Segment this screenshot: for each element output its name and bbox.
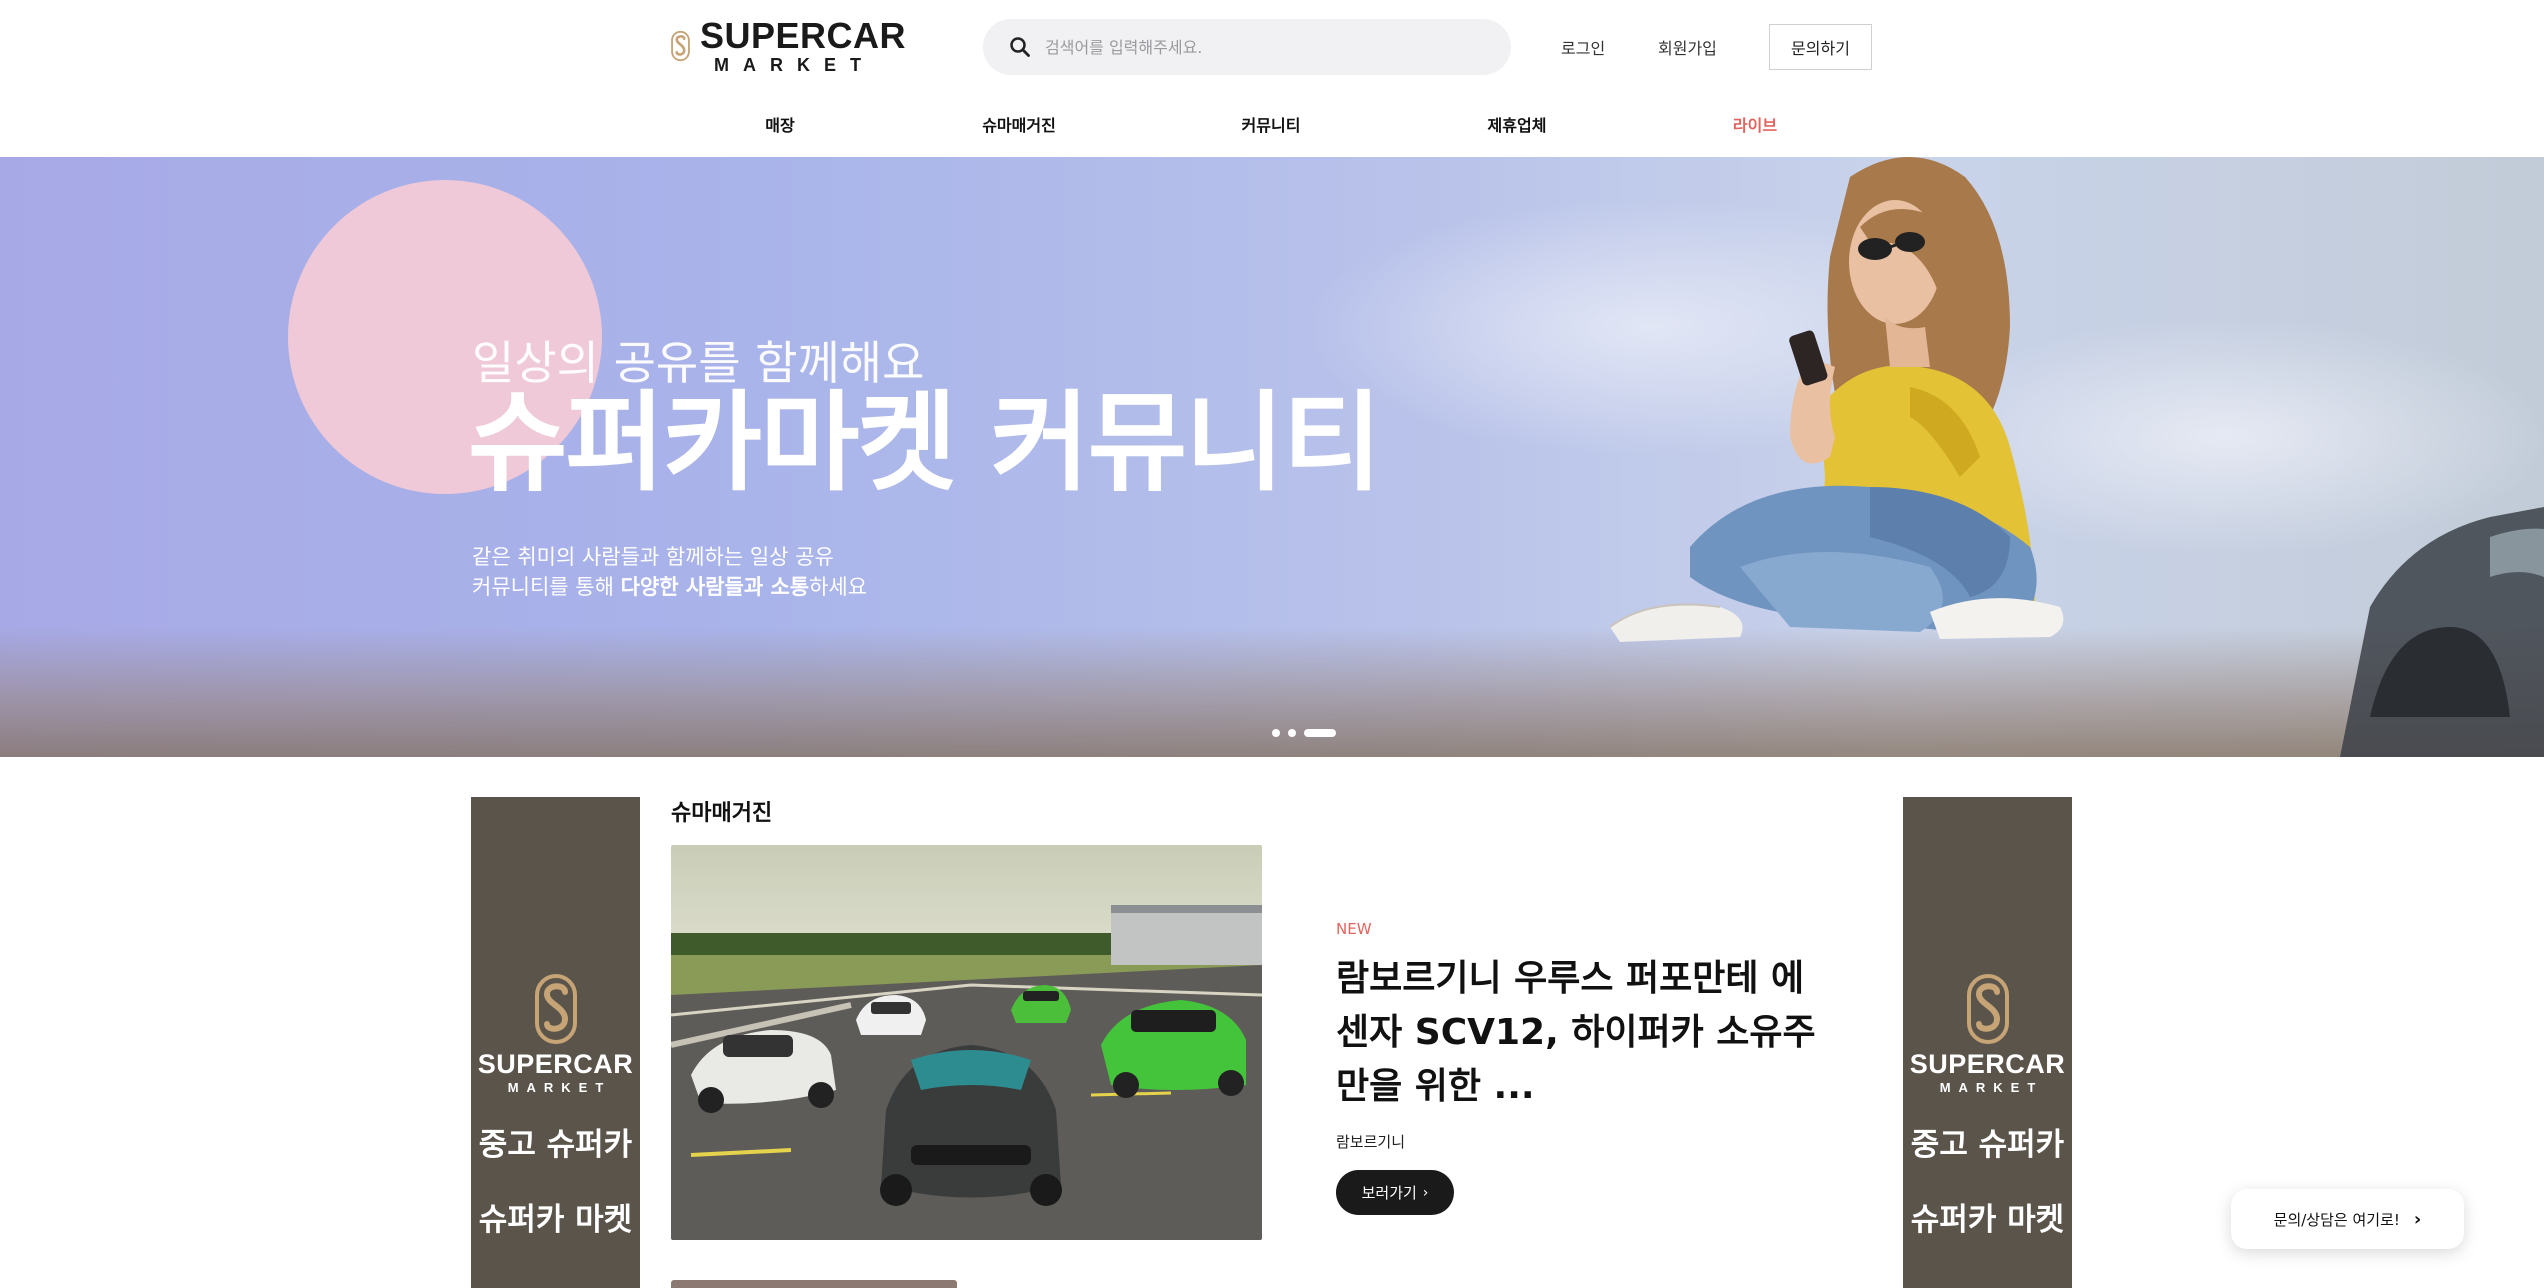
- hero-dot[interactable]: [1288, 729, 1296, 737]
- side-logo-bottom: MARKET: [1939, 1080, 2044, 1095]
- floating-inquiry-button[interactable]: 문의/상담은 여기로! ›: [2231, 1189, 2464, 1249]
- magazine-photo-cars-on-track: [671, 845, 1262, 1240]
- supercar-logo-mark-icon: [534, 974, 577, 1044]
- side-logo-bottom: MARKET: [507, 1080, 612, 1095]
- signup-link[interactable]: 회원가입: [1658, 35, 1717, 59]
- hero-desc-line2: 커뮤니티를 통해 다양한 사람들과 소통하세요: [472, 572, 867, 602]
- search-icon[interactable]: [1009, 36, 1031, 58]
- magazine-article-image[interactable]: [671, 845, 1262, 1240]
- main-nav: 매장 슈마매거진 커뮤니티 제휴업체 라이브: [0, 112, 2544, 136]
- hero-title: 슈퍼카마켓 커뮤니티: [468, 381, 1382, 506]
- logo-text-bottom: MARKET: [713, 55, 875, 75]
- hero-pagination: [1272, 729, 1344, 737]
- side-banner-line1: 중고 슈퍼카: [1910, 1127, 2065, 1163]
- side-logo-top: SUPERCAR: [1909, 1049, 2066, 1079]
- view-article-label: 보러가기: [1361, 1184, 1417, 1202]
- hero-desc-line2-bold: 다양한 사람들과 소통: [620, 575, 810, 599]
- hero-banner[interactable]: 일상의 공유를 함께해요 슈퍼카마켓 커뮤니티 같은 취미의 사람들과 함께하는…: [0, 157, 2544, 757]
- nav-item-community[interactable]: 커뮤니티: [1242, 112, 1301, 136]
- side-banner-line2: 슈퍼카 마켓: [478, 1202, 633, 1238]
- magazine-next-article-image[interactable]: [671, 1280, 957, 1288]
- hero-dot[interactable]: [1272, 729, 1280, 737]
- site-logo[interactable]: SUPERCAR MARKET: [671, 16, 906, 76]
- site-header: SUPERCAR MARKET 로그인 회원가입 문의하기 매장 슈마매거진 커…: [0, 0, 2544, 157]
- hero-desc-line2-pre: 커뮤니티를 통해: [472, 575, 621, 599]
- hero-dot-active[interactable]: [1304, 729, 1336, 737]
- side-logo-top: SUPERCAR: [477, 1049, 634, 1079]
- nav-item-magazine[interactable]: 슈마매거진: [982, 112, 1056, 136]
- side-banner-line2: 슈퍼카 마켓: [1910, 1202, 2065, 1238]
- new-badge: NEW: [1336, 920, 1372, 938]
- side-banner-logo: SUPERCAR MARKET: [471, 973, 640, 1095]
- nav-item-store[interactable]: 매장: [765, 112, 794, 136]
- side-ad-banner-left[interactable]: SUPERCAR MARKET 중고 슈퍼카 슈퍼카 마켓: [471, 797, 640, 1288]
- magazine-article-title[interactable]: 람보르기니 우루스 퍼포만테 에센자 SCV12, 하이퍼카 소유주만을 위한 …: [1336, 952, 1816, 1114]
- search-bar: [983, 19, 1511, 75]
- supercar-logo-mark-icon: [671, 30, 690, 62]
- floating-inquiry-label: 문의/상담은 여기로!: [2273, 1210, 2400, 1229]
- side-ad-banner-right[interactable]: SUPERCAR MARKET 중고 슈퍼카 슈퍼카 마켓: [1903, 797, 2072, 1288]
- hero-description: 같은 취미의 사람들과 함께하는 일상 공유 커뮤니티를 통해 다양한 사람들과…: [472, 542, 867, 602]
- side-banner-logo: SUPERCAR MARKET: [1903, 973, 2072, 1095]
- login-link[interactable]: 로그인: [1561, 35, 1605, 59]
- chevron-right-icon: ›: [2413, 1208, 2422, 1230]
- magazine-section-title: 슈마매거진: [671, 801, 773, 826]
- view-article-button[interactable]: 보러가기 ›: [1336, 1170, 1454, 1215]
- side-banner-line1: 중고 슈퍼카: [478, 1127, 633, 1163]
- search-input[interactable]: [1045, 37, 1485, 57]
- inquiry-button[interactable]: 문의하기: [1769, 24, 1872, 70]
- supercar-logo-mark-icon: [1966, 974, 2009, 1044]
- magazine-article-brand: 람보르기니: [1336, 1133, 1406, 1151]
- hero-desc-line1: 같은 취미의 사람들과 함께하는 일상 공유: [472, 545, 834, 569]
- logo-text-top: SUPERCAR: [699, 15, 906, 56]
- hero-photo-woman-with-phone: [1609, 157, 2544, 757]
- nav-item-partners[interactable]: 제휴업체: [1488, 112, 1547, 136]
- chevron-right-icon: ›: [1422, 1184, 1429, 1201]
- hero-desc-line2-post: 하세요: [809, 575, 868, 599]
- nav-item-live[interactable]: 라이브: [1733, 112, 1777, 136]
